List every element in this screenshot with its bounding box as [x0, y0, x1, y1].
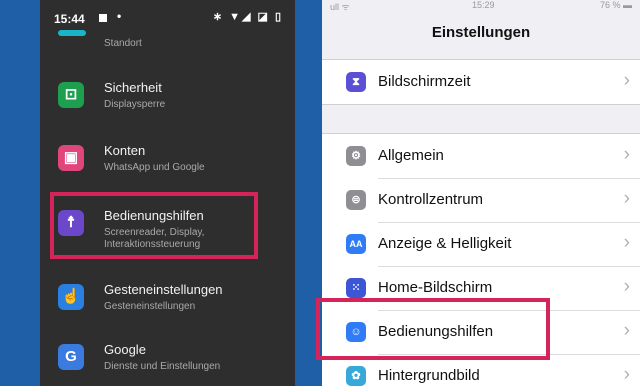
item-title: Gesteneinstellungen: [104, 282, 223, 297]
row-label: Anzeige & Helligkeit: [378, 235, 512, 252]
settings-row-bildschirmzeit[interactable]: ⧗ Bildschirmzeit ›: [322, 60, 640, 104]
gear-icon: ⚙: [346, 146, 366, 166]
page-title: Einstellungen: [431, 24, 531, 41]
status-time: 15:29: [472, 0, 495, 10]
item-subtitle: Displaysperre: [104, 99, 166, 110]
unlock-icon: ⊡: [58, 82, 84, 108]
item-title: Sicherheit: [104, 80, 162, 95]
toggles-icon: ⊜: [346, 190, 366, 210]
display-icon: AA: [346, 234, 366, 254]
settings-item-standort[interactable]: Standort: [40, 26, 295, 56]
google-icon: G: [58, 344, 84, 370]
settings-row-allgemein[interactable]: ⚙ Allgemein ›: [322, 134, 640, 178]
battery-icon: 76 % ▬: [599, 0, 632, 10]
item-subtitle: Dienste und Einstellungen: [104, 361, 221, 372]
row-label: Bildschirmzeit: [378, 73, 471, 90]
chevron-right-icon: ›: [623, 144, 630, 165]
location-icon: [58, 30, 86, 36]
status-time: 15:44: [54, 12, 85, 26]
wallpaper-icon: ✿: [346, 366, 366, 386]
item-title: Google: [104, 342, 146, 357]
chevron-right-icon: ›: [623, 276, 630, 297]
highlight-box-ios: [316, 298, 550, 360]
settings-item-google[interactable]: G Google Dienste und Einstellungen: [40, 334, 295, 384]
signal-icon: ull ᯤ: [330, 2, 350, 12]
notification-icon: [99, 14, 107, 22]
chevron-right-icon: ›: [623, 320, 630, 341]
item-subtitle: WhatsApp und Google: [104, 162, 205, 173]
item-subtitle: Gesteneinstellungen: [104, 301, 196, 312]
row-label: Allgemein: [378, 147, 444, 164]
settings-item-sicherheit[interactable]: ⊡ Sicherheit Displaysperre: [40, 72, 295, 122]
settings-item-gesteneinstellungen[interactable]: ☝ Gesteneinstellungen Gesteneinstellunge…: [40, 274, 295, 324]
status-icons: ∗ ▼◢ ◪ ▯: [212, 11, 283, 23]
gesture-icon: ☝: [58, 284, 84, 310]
settings-row-kontrollzentrum[interactable]: ⊜ Kontrollzentrum ›: [322, 178, 640, 222]
settings-group-1: ⧗ Bildschirmzeit ›: [322, 59, 640, 105]
hourglass-icon: ⧗: [346, 72, 366, 92]
settings-row-anzeige-helligkeit[interactable]: AA Anzeige & Helligkeit ›: [322, 222, 640, 266]
highlight-box-android: [50, 192, 258, 259]
item-title: Konten: [104, 143, 146, 158]
item-subtitle: Standort: [104, 38, 142, 49]
row-label: Kontrollzentrum: [378, 191, 484, 208]
chevron-right-icon: ›: [623, 70, 630, 91]
account-icon: ▣: [58, 145, 84, 171]
grid-icon: ⁙: [346, 278, 366, 298]
ios-status-bar: ull ᯤ 15:29 76 % ▬: [322, 0, 640, 14]
chevron-right-icon: ›: [623, 188, 630, 209]
chevron-right-icon: ›: [623, 232, 630, 253]
chevron-right-icon: ›: [623, 364, 630, 385]
row-label: Hintergrundbild: [378, 367, 480, 384]
status-dot: •: [117, 9, 122, 23]
settings-item-konten[interactable]: ▣ Konten WhatsApp und Google: [40, 135, 295, 185]
row-label: Home-Bildschirm: [378, 279, 493, 296]
